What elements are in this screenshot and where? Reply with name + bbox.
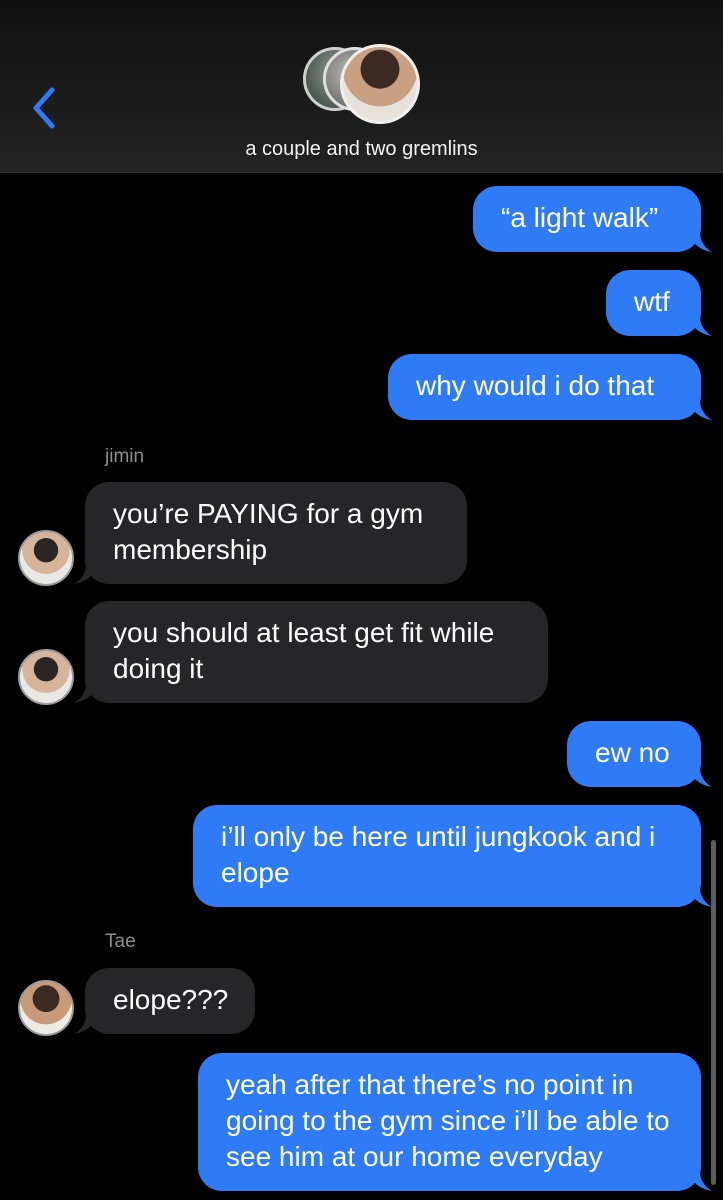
- message-bubble-incoming[interactable]: you should at least get fit while doing …: [85, 601, 548, 703]
- message-text: wtf: [634, 286, 670, 317]
- message-text: i’ll only be here until jungkook and i e…: [221, 821, 656, 888]
- sender-avatar[interactable]: [18, 980, 74, 1036]
- message-bubble-outgoing[interactable]: ew no: [567, 721, 701, 787]
- message-text: yeah after that there’s no point in goin…: [226, 1069, 670, 1172]
- bubble-tail: [74, 683, 98, 703]
- scrollbar[interactable]: [711, 840, 716, 1185]
- message-bubble-outgoing[interactable]: why would i do that: [388, 354, 701, 420]
- back-button[interactable]: [24, 84, 64, 132]
- message-bubble-incoming[interactable]: elope???: [85, 968, 255, 1034]
- sender-name: jimin: [105, 446, 145, 467]
- message-text: “a light walk”: [501, 202, 659, 233]
- sender-avatar[interactable]: [18, 530, 74, 586]
- bubble-tail: [74, 1014, 98, 1034]
- message-bubble-outgoing[interactable]: i’ll only be here until jungkook and i e…: [193, 805, 701, 907]
- bubble-tail: [688, 887, 712, 907]
- message-text: ew no: [595, 737, 670, 768]
- bubble-tail: [688, 767, 712, 787]
- bubble-tail: [688, 232, 712, 252]
- bubble-tail: [688, 400, 712, 420]
- message-bubble-outgoing[interactable]: yeah after that there’s no point in goin…: [198, 1053, 701, 1191]
- bubble-tail: [688, 1171, 712, 1191]
- chevron-left-icon: [33, 87, 55, 129]
- bubble-tail: [688, 316, 712, 336]
- message-text: you should at least get fit while doing …: [113, 617, 495, 684]
- message-bubble-incoming[interactable]: you’re PAYING for a gym membership: [85, 482, 467, 584]
- sender-avatar[interactable]: [18, 649, 74, 705]
- member-avatar: [340, 44, 420, 124]
- message-bubble-outgoing[interactable]: wtf: [606, 270, 701, 336]
- group-avatar[interactable]: [300, 44, 426, 128]
- message-text: why would i do that: [416, 370, 655, 401]
- bubble-tail: [74, 564, 98, 584]
- sender-name: Tae: [105, 931, 136, 952]
- chat-header: a couple and two gremlins: [0, 0, 723, 173]
- message-bubble-outgoing[interactable]: “a light walk”: [473, 186, 701, 252]
- group-title[interactable]: a couple and two gremlins: [0, 138, 723, 161]
- message-text: you’re PAYING for a gym membership: [113, 498, 424, 565]
- message-text: elope???: [113, 984, 229, 1015]
